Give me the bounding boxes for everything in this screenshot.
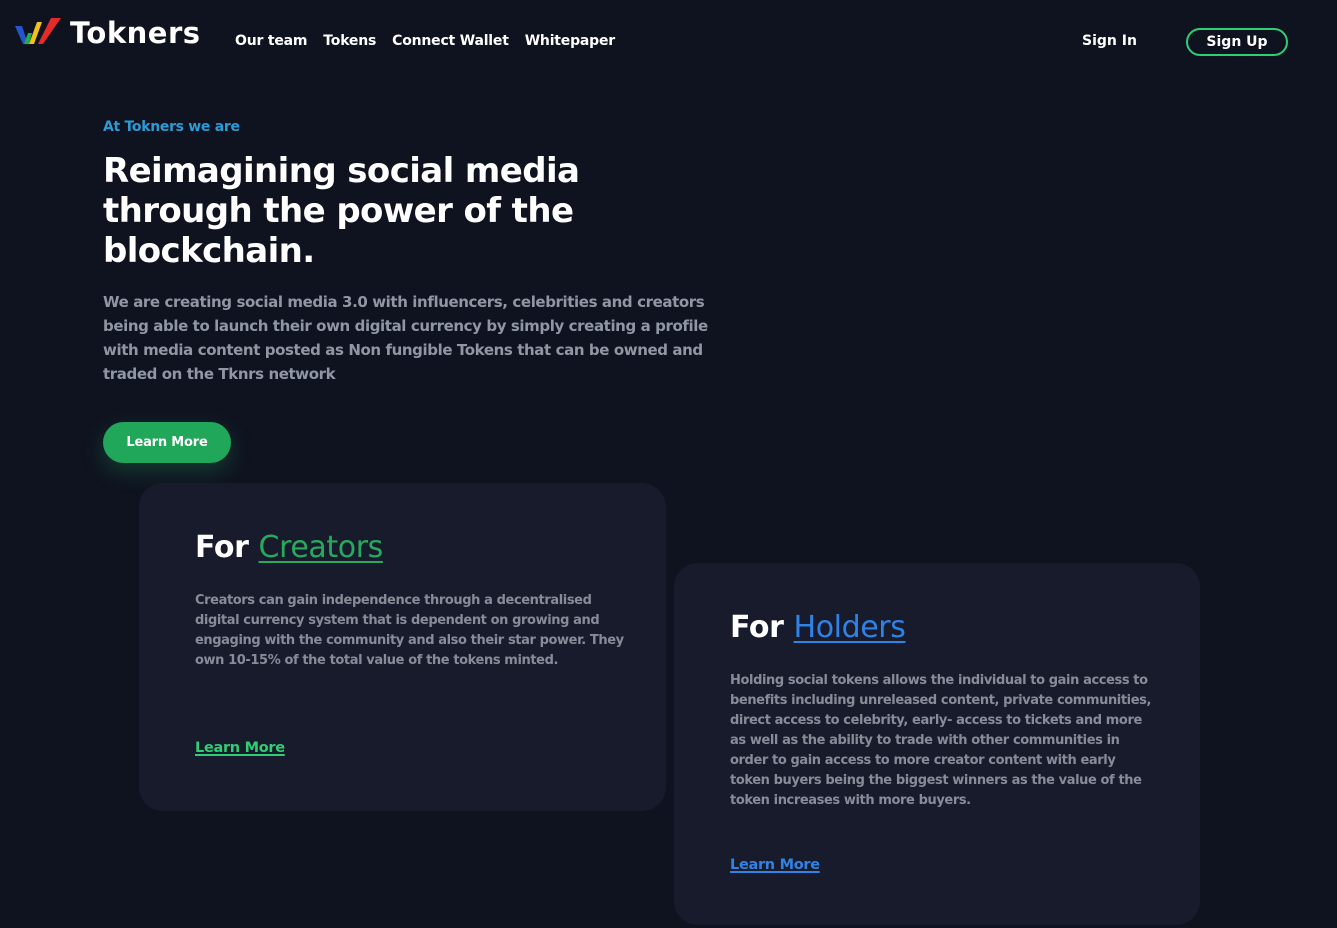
creators-card-body: Creators can gain independence through a… bbox=[195, 593, 624, 668]
holders-learn-more-link[interactable]: Learn More bbox=[730, 857, 820, 873]
hero-learn-more-button[interactable]: Learn More bbox=[103, 422, 231, 463]
holders-title-accent[interactable]: Holders bbox=[794, 610, 906, 645]
sign-in-link[interactable]: Sign In bbox=[1082, 33, 1137, 49]
hero-description: We are creating social media 3.0 with in… bbox=[103, 293, 708, 383]
creators-card-title: For Creators bbox=[195, 530, 383, 565]
holders-card: For Holders Holding social tokens allows… bbox=[674, 563, 1200, 925]
holders-card-body: Holding social tokens allows the individ… bbox=[730, 673, 1152, 808]
creators-card: For Creators Creators can gain independe… bbox=[139, 483, 666, 811]
main-nav: Our team Tokens Connect Wallet Whitepape… bbox=[235, 33, 615, 49]
hero-title: Reimagining social media through the pow… bbox=[103, 151, 580, 271]
creators-title-prefix: For bbox=[195, 530, 249, 565]
nav-connect-wallet[interactable]: Connect Wallet bbox=[392, 33, 509, 49]
sign-up-button[interactable]: Sign Up bbox=[1186, 28, 1288, 56]
holders-card-title: For Holders bbox=[730, 610, 906, 645]
nav-our-team[interactable]: Our team bbox=[235, 33, 307, 49]
brand-logo[interactable]: Tokners bbox=[15, 16, 201, 50]
creators-title-accent[interactable]: Creators bbox=[259, 530, 384, 565]
tokners-logo-icon bbox=[15, 18, 61, 44]
nav-whitepaper[interactable]: Whitepaper bbox=[525, 33, 615, 49]
brand-name: Tokners bbox=[70, 16, 201, 50]
hero-eyebrow: At Tokners we are bbox=[103, 119, 240, 135]
nav-tokens[interactable]: Tokens bbox=[323, 33, 376, 49]
creators-learn-more-link[interactable]: Learn More bbox=[195, 740, 285, 756]
holders-title-prefix: For bbox=[730, 610, 784, 645]
